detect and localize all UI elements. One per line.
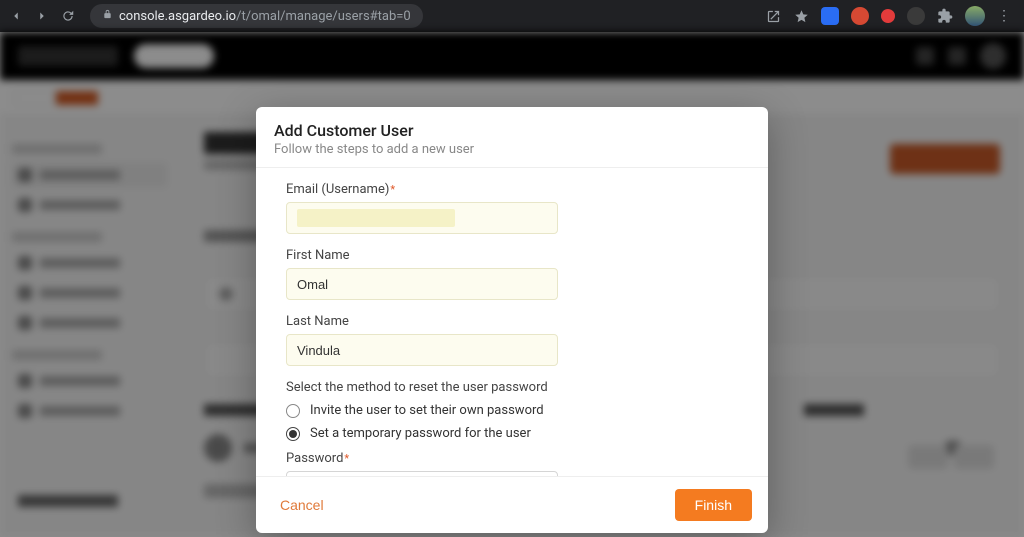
email-input[interactable] [286, 202, 558, 234]
modal-subtitle: Follow the steps to add a new user [274, 142, 750, 157]
extension-dark[interactable] [907, 7, 925, 25]
address-bar[interactable]: console.asgardeo.io/t/omal/manage/users#… [90, 4, 423, 28]
last-name-field-group: Last Name [286, 314, 738, 366]
radio-icon [286, 427, 300, 441]
password-method-label: Select the method to reset the user pass… [286, 380, 738, 395]
password-input[interactable] [286, 471, 558, 476]
email-field-group: Email (Username)* [286, 182, 738, 234]
first-name-field-group: First Name [286, 248, 738, 300]
url-text: console.asgardeo.io/t/omal/manage/users#… [119, 9, 411, 24]
reload-button[interactable] [60, 8, 76, 24]
add-user-modal: Add Customer User Follow the steps to ad… [256, 107, 768, 533]
share-icon[interactable] [765, 8, 781, 24]
last-name-label: Last Name [286, 314, 738, 329]
cancel-button[interactable]: Cancel [272, 491, 332, 519]
star-icon[interactable] [793, 8, 809, 24]
password-field-group: Password* [286, 451, 738, 476]
lock-icon [102, 9, 113, 23]
finish-button[interactable]: Finish [675, 489, 752, 521]
radio-invite-label: Invite the user to set their own passwor… [310, 403, 544, 418]
email-label: Email (Username)* [286, 182, 738, 197]
modal-body[interactable]: Email (Username)* First Name Last Name S… [256, 168, 768, 476]
radio-temp-password[interactable]: Set a temporary password for the user [286, 426, 738, 441]
extensions-icon[interactable] [937, 8, 953, 24]
extension-blue[interactable] [821, 7, 839, 25]
extension-orange[interactable] [851, 7, 869, 25]
back-button[interactable] [8, 8, 24, 24]
first-name-label: First Name [286, 248, 738, 263]
radio-invite-user[interactable]: Invite the user to set their own passwor… [286, 403, 738, 418]
first-name-input[interactable] [286, 268, 558, 300]
profile-avatar[interactable] [965, 6, 985, 26]
forward-button[interactable] [34, 8, 50, 24]
modal-title: Add Customer User [274, 121, 750, 140]
browser-chrome: console.asgardeo.io/t/omal/manage/users#… [0, 0, 1024, 32]
modal-overlay: Add Customer User Follow the steps to ad… [0, 32, 1024, 537]
radio-icon [286, 404, 300, 418]
extension-red[interactable] [881, 9, 895, 23]
menu-icon[interactable]: ⋮ [997, 8, 1012, 24]
last-name-input[interactable] [286, 334, 558, 366]
modal-header: Add Customer User Follow the steps to ad… [256, 107, 768, 168]
browser-toolbar-right: ⋮ [765, 6, 1016, 26]
password-label: Password* [286, 451, 738, 466]
modal-footer: Cancel Finish [256, 476, 768, 533]
radio-temp-label: Set a temporary password for the user [310, 426, 531, 441]
